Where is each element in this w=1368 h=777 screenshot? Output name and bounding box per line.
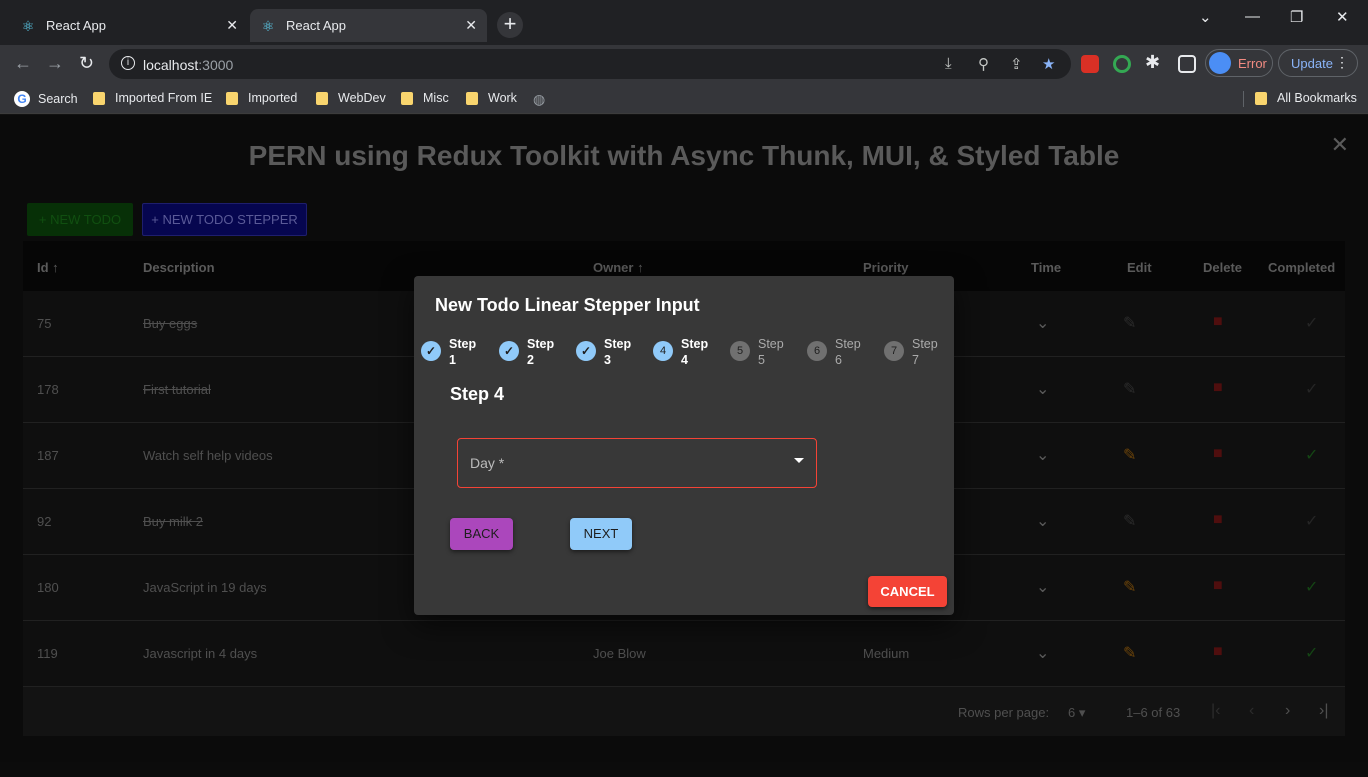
step-5[interactable]: 5 Step 5 xyxy=(730,336,788,368)
bookmark-folder[interactable]: Work xyxy=(466,91,517,105)
tab-title: React App xyxy=(46,18,106,33)
step-label: Step 1 xyxy=(449,337,477,367)
step-label: Step 7 xyxy=(912,337,938,367)
extension-icon[interactable] xyxy=(1081,55,1099,73)
back-button[interactable]: BACK xyxy=(450,518,513,550)
dialog-title: New Todo Linear Stepper Input xyxy=(435,295,700,315)
step-number: 7 xyxy=(884,341,904,361)
folder-icon xyxy=(93,91,105,105)
dropdown-arrow-icon xyxy=(794,458,804,463)
check-circle-icon: ✓ xyxy=(421,341,441,361)
bookmark-folder[interactable]: Imported From IE xyxy=(93,91,212,105)
check-circle-icon: ✓ xyxy=(576,341,596,361)
step-3[interactable]: ✓ Step 3 xyxy=(576,336,634,368)
step-heading: Step 4 xyxy=(450,384,505,404)
browser-toolbar: ← → ↻ i localhost:3000 ⤓ ⚲ ⇪ ★ ✱ Error U… xyxy=(0,45,1368,82)
address-bar[interactable]: i localhost:3000 ⤓ ⚲ ⇪ ★ xyxy=(109,49,1071,79)
folder-icon xyxy=(1255,91,1267,105)
error-label: Error xyxy=(1238,56,1267,71)
step-2[interactable]: ✓ Step 2 xyxy=(499,336,557,368)
bookmark-folder[interactable]: Misc xyxy=(401,91,449,105)
profile-error-button[interactable]: Error xyxy=(1205,49,1273,77)
react-icon: ⚛ xyxy=(21,17,35,34)
share-icon[interactable]: ⇪ xyxy=(1010,55,1023,73)
step-6[interactable]: 6 Step 6 xyxy=(807,336,865,368)
more-vert-icon[interactable]: ⋮ xyxy=(1335,54,1349,71)
folder-icon xyxy=(401,91,413,105)
check-circle-icon: ✓ xyxy=(499,341,519,361)
all-bookmarks[interactable]: All Bookmarks xyxy=(1255,91,1357,105)
browser-titlebar: ⚛ React App ✕ ⚛ React App ✕ + ⌄ — ❐ ✕ xyxy=(0,0,1368,45)
bookmark-star-icon[interactable]: ★ xyxy=(1042,55,1055,73)
minimize-icon[interactable]: — xyxy=(1245,8,1260,25)
update-button[interactable]: Update ⋮ xyxy=(1278,49,1358,77)
step-4[interactable]: 4 Step 4 xyxy=(653,336,711,368)
google-icon: G xyxy=(14,91,30,107)
step-1[interactable]: ✓ Step 1 xyxy=(421,336,479,368)
zoom-icon[interactable]: ⚲ xyxy=(978,55,989,73)
browser-tab-2[interactable]: ⚛ React App ✕ xyxy=(250,9,487,42)
browser-tab-1[interactable]: ⚛ React App ✕ xyxy=(10,9,248,42)
divider xyxy=(1243,91,1244,107)
close-tab-icon[interactable]: ✕ xyxy=(226,17,238,34)
install-icon[interactable]: ⤓ xyxy=(945,55,952,72)
folder-icon xyxy=(466,91,478,105)
step-number: 6 xyxy=(807,341,827,361)
step-label: Step 5 xyxy=(758,337,784,367)
bookmark-folder[interactable]: WebDev xyxy=(316,91,386,105)
reload-icon[interactable]: ↻ xyxy=(79,53,94,74)
extension-icon[interactable] xyxy=(1113,55,1131,73)
step-label: Step 4 xyxy=(681,337,709,367)
next-button[interactable]: NEXT xyxy=(570,518,632,550)
step-label: Step 2 xyxy=(527,337,555,367)
day-select-label: Day * xyxy=(470,455,505,471)
stepper-dialog: New Todo Linear Stepper Input ✓ Step 1 ✓ … xyxy=(414,276,954,615)
forward-arrow-icon[interactable]: → xyxy=(46,53,64,74)
close-window-icon[interactable]: ✕ xyxy=(1336,8,1349,26)
tab-search-icon[interactable]: ⌄ xyxy=(1199,8,1212,26)
back-arrow-icon[interactable]: ← xyxy=(14,53,32,74)
day-select[interactable]: Day * xyxy=(457,438,817,488)
bookmark-search[interactable]: G Search xyxy=(14,91,78,107)
step-7[interactable]: 7 Step 7 xyxy=(884,336,942,368)
step-label: Step 6 xyxy=(835,337,861,367)
tab-title: React App xyxy=(286,18,346,33)
avatar xyxy=(1209,52,1231,74)
cancel-button[interactable]: CANCEL xyxy=(868,576,947,607)
folder-icon xyxy=(316,91,328,105)
step-number: 4 xyxy=(653,341,673,361)
new-tab-button[interactable]: + xyxy=(497,12,523,38)
step-label: Step 3 xyxy=(604,337,632,367)
puzzle-icon[interactable]: ✱ xyxy=(1145,52,1160,73)
react-icon: ⚛ xyxy=(261,17,275,34)
restore-icon[interactable]: ❐ xyxy=(1290,8,1303,26)
bookmarks-bar: G Search Imported From IE Imported WebDev… xyxy=(0,82,1368,114)
globe-icon[interactable]: ◍ xyxy=(533,91,545,108)
side-panel-icon[interactable] xyxy=(1178,55,1196,73)
url-text: localhost:3000 xyxy=(143,57,234,73)
update-label: Update xyxy=(1291,56,1333,71)
bookmark-folder[interactable]: Imported xyxy=(226,91,297,105)
step-number: 5 xyxy=(730,341,750,361)
folder-icon xyxy=(226,91,238,105)
site-info-icon[interactable]: i xyxy=(121,56,135,70)
close-tab-icon[interactable]: ✕ xyxy=(465,17,477,34)
